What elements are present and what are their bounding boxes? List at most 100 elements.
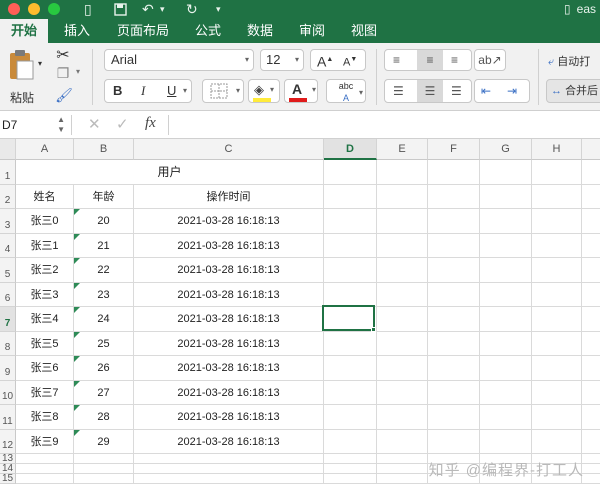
age-cell[interactable]: 29	[74, 430, 134, 454]
cell[interactable]	[324, 454, 377, 464]
cut-icon[interactable]: ✂	[54, 45, 72, 65]
header-cell[interactable]: 姓名	[16, 185, 74, 209]
cell[interactable]	[480, 405, 532, 430]
sheet-title-cell[interactable]: 用户	[16, 160, 324, 185]
age-cell[interactable]: 22	[74, 258, 134, 283]
operation-time-cell[interactable]: 2021-03-28 16:18:13	[134, 430, 324, 454]
row-header-5[interactable]: 5	[0, 258, 16, 283]
number-as-text-indicator-icon[interactable]	[74, 381, 80, 387]
cell[interactable]	[428, 234, 480, 258]
number-as-text-indicator-icon[interactable]	[74, 234, 80, 240]
row-header-12[interactable]: 12	[0, 430, 16, 454]
operation-time-cell[interactable]: 2021-03-28 16:18:13	[134, 356, 324, 381]
cell[interactable]	[377, 474, 428, 484]
cell[interactable]	[324, 430, 377, 454]
number-as-text-indicator-icon[interactable]	[74, 405, 80, 411]
name-cell[interactable]: 张三4	[16, 307, 74, 332]
row-header-9[interactable]: 9	[0, 356, 16, 381]
cell[interactable]	[377, 464, 428, 474]
cell[interactable]	[324, 209, 377, 234]
cell[interactable]	[532, 234, 582, 258]
decrease-font-size-button[interactable]: A▼	[343, 50, 357, 73]
cell[interactable]	[324, 258, 377, 283]
cell[interactable]	[324, 381, 377, 405]
header-cell[interactable]: 年龄	[74, 185, 134, 209]
cell[interactable]	[532, 356, 582, 381]
cell[interactable]	[324, 356, 377, 381]
cell[interactable]	[377, 209, 428, 234]
cell[interactable]	[532, 258, 582, 283]
cell[interactable]	[134, 474, 324, 484]
tab-review[interactable]: 审阅	[288, 19, 336, 43]
cell[interactable]	[134, 454, 324, 464]
cell[interactable]	[16, 454, 74, 464]
age-cell[interactable]: 28	[74, 405, 134, 430]
cell[interactable]	[480, 209, 532, 234]
name-cell[interactable]: 张三9	[16, 430, 74, 454]
cell[interactable]	[480, 283, 532, 307]
insert-function-icon[interactable]: fx	[145, 115, 156, 132]
column-header-b[interactable]: B	[74, 139, 134, 160]
cell[interactable]	[324, 405, 377, 430]
cell[interactable]	[377, 454, 428, 464]
select-all-corner[interactable]	[0, 139, 16, 160]
italic-button[interactable]: I	[141, 80, 145, 102]
cell[interactable]	[532, 185, 582, 209]
cell[interactable]	[582, 474, 600, 484]
cell[interactable]	[582, 381, 600, 405]
row-header-3[interactable]: 3	[0, 209, 16, 234]
tab-home[interactable]: 开始	[0, 19, 48, 43]
cell[interactable]	[16, 464, 74, 474]
cell[interactable]	[428, 258, 480, 283]
cell[interactable]	[74, 464, 134, 474]
tab-page-layout[interactable]: 页面布局	[106, 19, 180, 43]
increase-indent-button[interactable]: ⇥	[507, 84, 517, 98]
fill-color-button[interactable]: ◈	[248, 79, 280, 103]
cell[interactable]	[428, 209, 480, 234]
underline-button[interactable]: U	[167, 80, 176, 102]
active-cell-outline[interactable]	[322, 305, 375, 331]
cell[interactable]	[582, 209, 600, 234]
age-cell[interactable]: 23	[74, 283, 134, 307]
tab-insert[interactable]: 插入	[52, 19, 102, 43]
fill-color-dropdown-icon[interactable]: ▾	[270, 85, 274, 94]
tab-formulas[interactable]: 公式	[184, 19, 232, 43]
cell[interactable]	[582, 464, 600, 474]
column-header-c[interactable]: C	[134, 139, 324, 160]
align-top-button[interactable]: ≡	[393, 53, 400, 67]
number-as-text-indicator-icon[interactable]	[74, 258, 80, 264]
operation-time-cell[interactable]: 2021-03-28 16:18:13	[134, 258, 324, 283]
copy-dropdown-icon[interactable]: ▾	[74, 67, 82, 76]
name-cell[interactable]: 张三8	[16, 405, 74, 430]
paste-dropdown-icon[interactable]: ▾	[36, 59, 44, 68]
cell[interactable]	[74, 454, 134, 464]
header-cell[interactable]: 操作时间	[134, 185, 324, 209]
name-box[interactable]: D7 ▲ ▼	[0, 115, 72, 135]
font-size-select[interactable]: 12 ▾	[260, 49, 304, 71]
cell[interactable]	[428, 307, 480, 332]
name-cell[interactable]: 张三1	[16, 234, 74, 258]
cell[interactable]	[428, 283, 480, 307]
cell[interactable]	[582, 430, 600, 454]
cell[interactable]	[324, 474, 377, 484]
tab-view[interactable]: 视图	[340, 19, 388, 43]
age-cell[interactable]: 27	[74, 381, 134, 405]
number-as-text-indicator-icon[interactable]	[74, 307, 80, 313]
cell[interactable]	[532, 381, 582, 405]
name-cell[interactable]: 张三7	[16, 381, 74, 405]
cell[interactable]	[480, 258, 532, 283]
cell[interactable]	[134, 464, 324, 474]
cell[interactable]	[324, 234, 377, 258]
cell[interactable]	[532, 430, 582, 454]
column-header-f[interactable]: F	[428, 139, 480, 160]
operation-time-cell[interactable]: 2021-03-28 16:18:13	[134, 381, 324, 405]
cell[interactable]	[480, 307, 532, 332]
age-cell[interactable]: 21	[74, 234, 134, 258]
cell[interactable]	[428, 405, 480, 430]
cell[interactable]	[582, 332, 600, 356]
cell[interactable]	[582, 234, 600, 258]
font-name-select[interactable]: Arial ▾	[104, 49, 254, 71]
number-as-text-indicator-icon[interactable]	[74, 356, 80, 362]
cell[interactable]	[16, 474, 74, 484]
number-as-text-indicator-icon[interactable]	[74, 430, 80, 436]
